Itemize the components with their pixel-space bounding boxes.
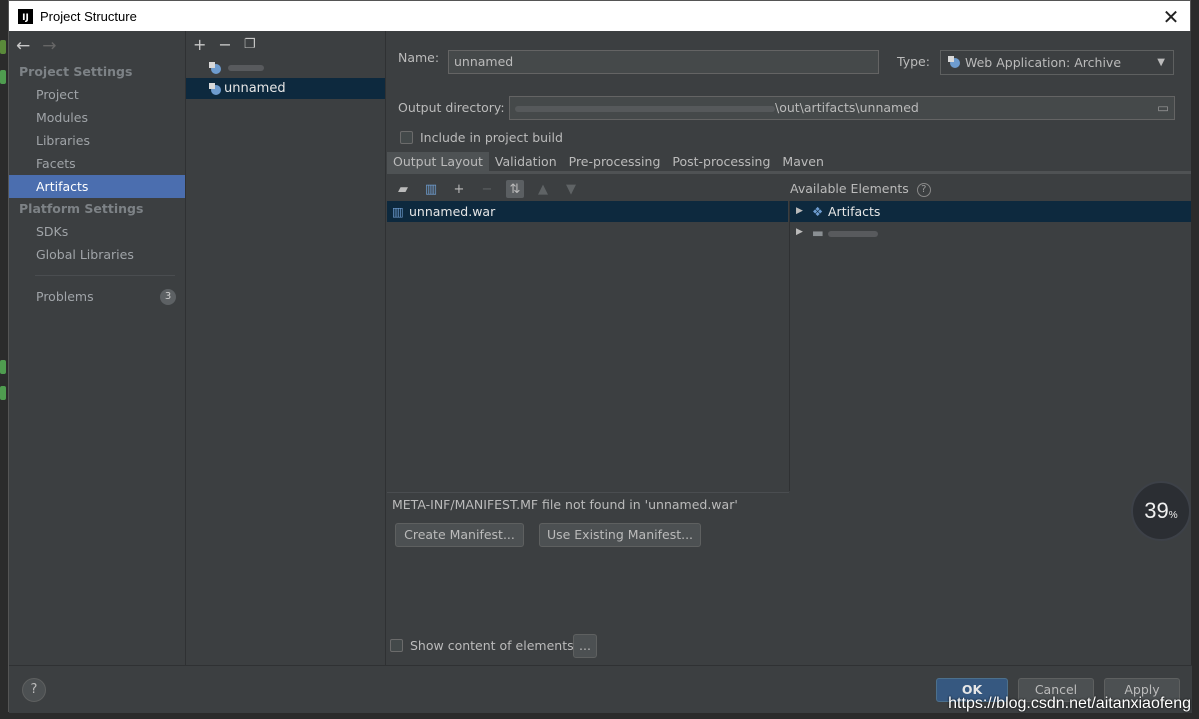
include-in-build-checkbox[interactable] (400, 131, 413, 144)
progress-unit: % (1168, 509, 1178, 521)
show-content-label: Show content of elements (410, 638, 574, 653)
artifacts-icon: ❖ (812, 204, 824, 219)
create-archive-icon[interactable]: ▥ (422, 180, 440, 198)
sidebar-item-problems[interactable]: Problems 3 (9, 285, 185, 308)
add-icon[interactable]: + (193, 35, 206, 54)
section-project-settings: Project Settings (19, 64, 133, 79)
type-label: Type: (897, 54, 930, 69)
sidebar-item-artifacts[interactable]: Artifacts (9, 175, 185, 198)
expand-arrow-icon[interactable]: ▶ (796, 222, 803, 243)
available-elements-label: Available Elements (790, 181, 909, 196)
type-select[interactable]: Web Application: Archive ▼ (940, 50, 1174, 75)
output-layout-tree: ▥ unnamed.war (387, 201, 788, 491)
tab-maven[interactable]: Maven (776, 152, 829, 174)
editor-gutter-icon (0, 386, 6, 400)
output-directory-value: \out\artifacts\unnamed (775, 100, 919, 115)
available-elements-header: Available Elements ? (790, 177, 931, 201)
output-directory-field[interactable]: \out\artifacts\unnamed ▭ (509, 96, 1175, 120)
redacted-text (828, 230, 878, 237)
artifacts-tree-label: Artifacts (828, 204, 881, 219)
include-in-build-row[interactable]: Include in project build (400, 130, 563, 145)
sidebar-item-global-libraries[interactable]: Global Libraries (9, 243, 185, 266)
manifest-divider (387, 492, 789, 493)
background-editor-right (1191, 30, 1199, 719)
background-editor-strip (0, 30, 8, 719)
tree-row-module[interactable]: ▶ ▬ (790, 222, 1191, 243)
chevron-down-icon: ▼ (1157, 57, 1165, 68)
help-button[interactable]: ? (22, 678, 46, 702)
web-artifact-icon (209, 83, 221, 95)
show-content-options-button[interactable]: ... (573, 634, 597, 658)
redacted-path (515, 105, 775, 112)
sidebar-divider (35, 275, 175, 276)
problems-label: Problems (36, 289, 94, 304)
available-elements-tree: ▶ ❖ Artifacts ▶ ▬ (789, 201, 1191, 491)
show-content-row[interactable]: Show content of elements (390, 638, 574, 653)
artifact-list-toolbar: + − ❐ (186, 31, 385, 57)
tab-post-processing[interactable]: Post-processing (666, 152, 776, 174)
problems-count-badge: 3 (160, 289, 176, 305)
title-bar: IJ Project Structure ✕ (9, 1, 1190, 31)
archive-icon: ▥ (392, 204, 404, 219)
artifact-item-label: unnamed (224, 81, 286, 96)
sidebar-item-project[interactable]: Project (9, 83, 185, 106)
editor-gutter-icon (0, 70, 6, 84)
use-existing-manifest-button[interactable]: Use Existing Manifest... (539, 523, 701, 547)
close-icon[interactable]: ✕ (1160, 5, 1182, 29)
move-up-icon[interactable]: ▲ (534, 180, 552, 198)
window-title: Project Structure (40, 8, 137, 24)
war-label: unnamed.war (409, 204, 496, 219)
watermark-text: https://blog.csdn.net/aitanxiaofeng (948, 695, 1191, 712)
tree-row-war[interactable]: ▥ unnamed.war (387, 201, 788, 222)
sidebar-item-facets[interactable]: Facets (9, 152, 185, 175)
artifact-tabs: Output Layout Validation Pre-processing … (387, 152, 1191, 174)
artifact-settings-panel: Name: unnamed Type: Web Application: Arc… (387, 31, 1191, 665)
folder-icon[interactable]: ▭ (1157, 97, 1169, 119)
artifact-item-blurred[interactable] (186, 57, 385, 78)
tab-pre-processing[interactable]: Pre-processing (563, 152, 667, 174)
copy-icon[interactable]: ❐ (244, 37, 256, 52)
output-layout-toolbar: ▰ ▥ + − ⇅ ▲ ▼ (387, 177, 787, 201)
sort-elements-icon[interactable]: ⇅ (506, 180, 524, 198)
sidebar-item-sdks[interactable]: SDKs (9, 220, 185, 243)
add-copy-icon[interactable]: + (450, 180, 468, 198)
back-arrow-icon[interactable]: ← (16, 36, 30, 56)
remove-icon[interactable]: − (478, 180, 496, 198)
remove-icon[interactable]: − (218, 35, 231, 54)
module-folder-icon: ▬ (812, 225, 824, 240)
section-platform-settings: Platform Settings (19, 201, 144, 216)
sidebar-item-modules[interactable]: Modules (9, 106, 185, 129)
show-content-checkbox[interactable] (390, 639, 403, 652)
type-select-value: Web Application: Archive (964, 55, 1122, 70)
move-down-icon[interactable]: ▼ (562, 180, 580, 198)
web-artifact-icon (209, 62, 221, 74)
new-directory-icon[interactable]: ▰ (394, 180, 412, 198)
progress-value: 39 (1144, 498, 1169, 523)
artifact-list-panel: + − ❐ unnamed (186, 31, 386, 665)
expand-arrow-icon[interactable]: ▶ (796, 201, 803, 222)
settings-sidebar: ← → Project Settings Project Modules Lib… (9, 31, 186, 665)
tab-output-layout[interactable]: Output Layout (387, 152, 489, 174)
manifest-message: META-INF/MANIFEST.MF file not found in '… (392, 497, 738, 512)
sidebar-item-libraries[interactable]: Libraries (9, 129, 185, 152)
sidebar-nav: ← → (9, 31, 185, 61)
help-icon[interactable]: ? (916, 183, 931, 197)
tree-row-artifacts[interactable]: ▶ ❖ Artifacts (790, 201, 1191, 222)
tab-validation[interactable]: Validation (489, 152, 563, 174)
progress-ring-widget: 39% (1131, 481, 1191, 541)
output-directory-label: Output directory: (398, 100, 505, 115)
include-in-build-label: Include in project build (420, 130, 563, 145)
name-input[interactable]: unnamed (448, 50, 879, 74)
name-row: Name: (398, 50, 439, 65)
editor-gutter-icon (0, 360, 6, 374)
name-label: Name: (398, 50, 440, 65)
editor-gutter-icon (0, 40, 6, 54)
web-artifact-icon (948, 56, 960, 68)
artifact-item-unnamed[interactable]: unnamed (186, 78, 385, 99)
redacted-text (228, 64, 264, 71)
intellij-logo-icon: IJ (18, 8, 33, 24)
project-structure-dialog: IJ Project Structure ✕ ← → Project Setti… (8, 0, 1192, 713)
forward-arrow-icon[interactable]: → (42, 36, 56, 56)
create-manifest-button[interactable]: Create Manifest... (395, 523, 524, 547)
